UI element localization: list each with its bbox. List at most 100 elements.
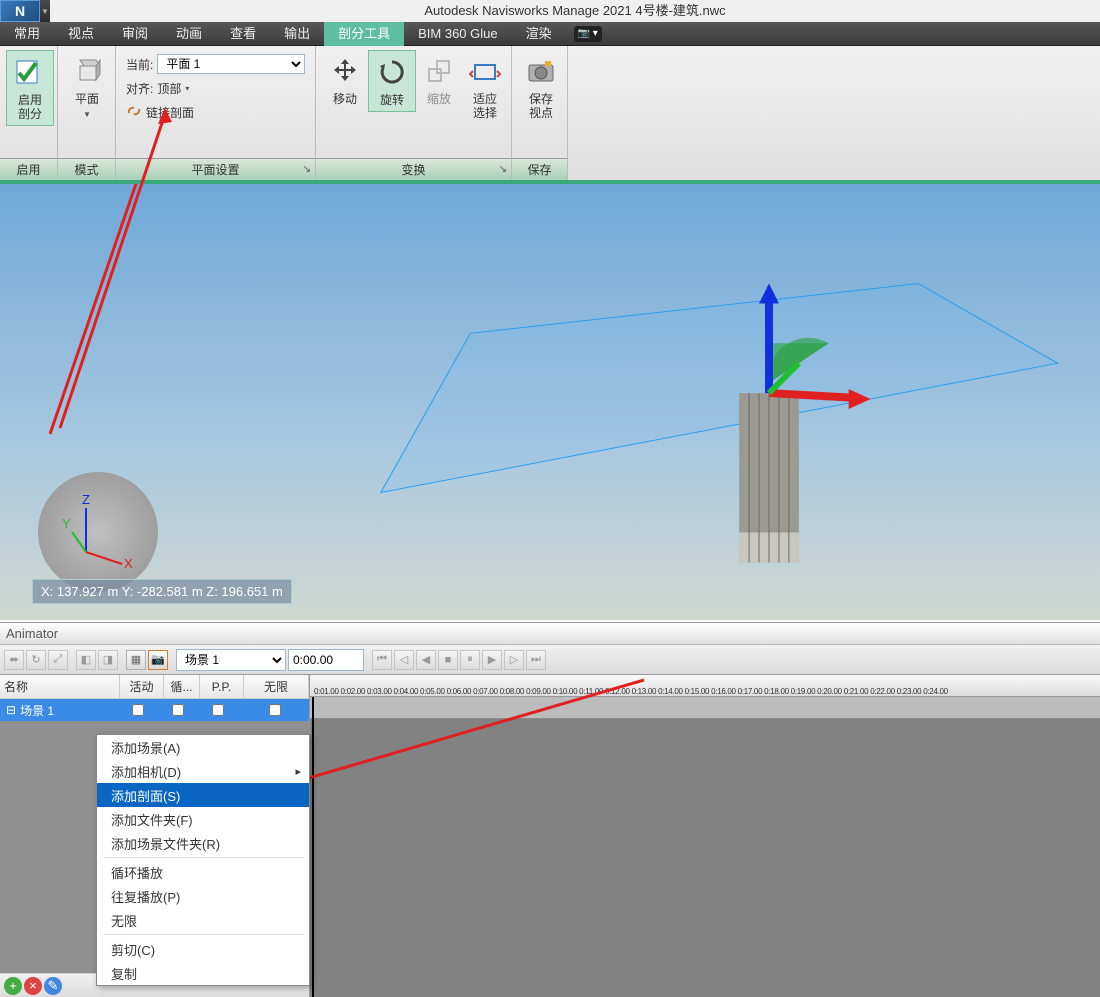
col-loop[interactable]: 循...: [164, 675, 200, 698]
ribbon: 启用剖分 启用 平面▼ 模式 当前: 平面 1: [0, 46, 1100, 182]
svg-text:X: X: [124, 556, 133, 571]
stop-icon[interactable]: ■: [438, 650, 458, 670]
time-input[interactable]: [288, 649, 364, 671]
tree-collapse-icon[interactable]: ⊟: [6, 703, 16, 717]
tb-transparency-icon[interactable]: ◨: [98, 650, 118, 670]
camera-icon: [524, 54, 558, 88]
app-menu-drop[interactable]: ▼: [40, 0, 50, 22]
cm-loop[interactable]: 循环播放: [97, 860, 309, 884]
col-inf[interactable]: 无限: [244, 675, 309, 698]
scene-select[interactable]: 场景 1: [176, 649, 286, 671]
play-prev-icon[interactable]: ◁: [394, 650, 414, 670]
rotate-icon: [375, 55, 409, 89]
cm-add-scene[interactable]: 添加场景(A): [97, 735, 309, 759]
cm-pingpong[interactable]: 往复播放(P): [97, 884, 309, 908]
save-viewpoint-button[interactable]: 保存视点: [518, 50, 564, 124]
cm-copy[interactable]: 复制: [97, 961, 309, 985]
play-last-icon[interactable]: ⏭: [526, 650, 546, 670]
checkbox-icon: [13, 55, 47, 89]
tb-scale-icon[interactable]: ⤢: [48, 650, 68, 670]
scale-icon: [422, 54, 456, 88]
btn-label: 启用: [18, 93, 42, 107]
group-label-plane-settings: 平面设置↘: [116, 158, 315, 180]
col-active[interactable]: 活动: [120, 675, 164, 698]
scene-tree-row[interactable]: ⊟ 场景 1: [0, 699, 309, 721]
col-pp[interactable]: P.P.: [200, 675, 244, 698]
enable-section-button[interactable]: 启用剖分: [6, 50, 54, 126]
dialog-launcher-icon[interactable]: ↘: [499, 164, 507, 175]
edit-icon[interactable]: ✎: [44, 977, 62, 995]
tb-translate-icon[interactable]: ⬌: [4, 650, 24, 670]
move-icon: [328, 54, 362, 88]
btn-label2: 剖分: [18, 107, 42, 121]
delete-icon[interactable]: ×: [24, 977, 42, 995]
camera-toggle-icon[interactable]: 📷 ▾: [574, 26, 602, 42]
tb-color-icon[interactable]: ◧: [76, 650, 96, 670]
cm-infinite[interactable]: 无限: [97, 908, 309, 932]
cm-add-section[interactable]: 添加剖面(S): [97, 783, 309, 807]
move-button[interactable]: 移动: [322, 50, 368, 110]
menu-section-tools[interactable]: 剖分工具: [324, 22, 404, 46]
svg-text:Z: Z: [82, 492, 90, 507]
pp-checkbox[interactable]: [212, 704, 224, 716]
menu-animation[interactable]: 动画: [162, 22, 216, 46]
animator-title: Animator: [0, 623, 1100, 645]
link-section-button[interactable]: 链接剖面: [146, 104, 194, 121]
tb-rotate-icon[interactable]: ↻: [26, 650, 46, 670]
app-icon[interactable]: N: [0, 0, 40, 22]
cm-add-folder[interactable]: 添加文件夹(F): [97, 807, 309, 831]
loop-checkbox[interactable]: [172, 704, 184, 716]
play-next-icon[interactable]: ▷: [504, 650, 524, 670]
3d-viewport[interactable]: Z X Y X: 137.927 m Y: -282.581 m Z: 196.…: [0, 182, 1100, 620]
align-label: 对齐:: [126, 80, 153, 97]
svg-text:Y: Y: [62, 516, 71, 531]
context-menu: 添加场景(A) 添加相机(D) 添加剖面(S) 添加文件夹(F) 添加场景文件夹…: [96, 734, 310, 986]
window-title: Autodesk Navisworks Manage 2021 4号楼-建筑.n…: [50, 0, 1100, 22]
current-plane-select[interactable]: 平面 1: [157, 54, 305, 74]
btn-label: 适应: [473, 92, 497, 106]
animator-toolbar: ⬌ ↻ ⤢ ◧ ◨ ▦ 📷 场景 1 ⏮ ◁ ◀ ■ ⏸ ▶ ▷ ⏭: [0, 645, 1100, 675]
rotate-button[interactable]: 旋转: [368, 50, 416, 112]
tb-snap-icon[interactable]: ▦: [126, 650, 146, 670]
viewcube[interactable]: Z X Y: [38, 472, 158, 592]
scale-button: 缩放: [416, 50, 462, 110]
fit-icon: [468, 54, 502, 88]
menu-output[interactable]: 输出: [270, 22, 324, 46]
timeline-ruler[interactable]: 0:01.00 0:02.00 0:03.00 0:04.00 0:05.00 …: [310, 675, 1100, 697]
menu-view[interactable]: 查看: [216, 22, 270, 46]
tb-capture-icon[interactable]: 📷: [148, 650, 168, 670]
cm-cut[interactable]: 剪切(C): [97, 937, 309, 961]
menu-render[interactable]: 渲染: [512, 22, 566, 46]
inf-checkbox[interactable]: [269, 704, 281, 716]
chevron-down-icon[interactable]: ▾: [185, 84, 189, 93]
cm-separator: [103, 857, 303, 858]
timeline-cursor[interactable]: [312, 697, 314, 997]
btn-label: 缩放: [427, 92, 451, 106]
btn-label: 保存: [529, 92, 553, 106]
btn-label: 平面: [75, 92, 99, 106]
cube-icon: [70, 54, 104, 88]
active-checkbox[interactable]: [132, 704, 144, 716]
dialog-launcher-icon[interactable]: ↘: [303, 164, 311, 175]
menu-viewpoint[interactable]: 视点: [54, 22, 108, 46]
menu-common[interactable]: 常用: [0, 22, 54, 46]
play-first-icon[interactable]: ⏮: [372, 650, 392, 670]
mode-plane-button[interactable]: 平面▼: [64, 50, 110, 126]
group-label-save: 保存: [512, 158, 567, 180]
add-icon[interactable]: +: [4, 977, 22, 995]
cm-add-scene-folder[interactable]: 添加场景文件夹(R): [97, 831, 309, 855]
cm-add-camera[interactable]: 添加相机(D): [97, 759, 309, 783]
col-name[interactable]: 名称: [0, 675, 120, 698]
cm-separator: [103, 934, 303, 935]
menu-bim360[interactable]: BIM 360 Glue: [404, 22, 512, 46]
menu-review[interactable]: 审阅: [108, 22, 162, 46]
play-rev-icon[interactable]: ◀: [416, 650, 436, 670]
play-icon[interactable]: ▶: [482, 650, 502, 670]
align-value[interactable]: 顶部: [157, 80, 181, 97]
link-icon: [126, 103, 142, 122]
fit-selection-button[interactable]: 适应选择: [462, 50, 508, 124]
coordinates-readout: X: 137.927 m Y: -282.581 m Z: 196.651 m: [32, 579, 292, 604]
pause-icon[interactable]: ⏸: [460, 650, 480, 670]
timeline-track[interactable]: [310, 697, 1100, 719]
menu-bar: 常用 视点 审阅 动画 查看 输出 剖分工具 BIM 360 Glue 渲染 📷…: [0, 22, 1100, 46]
